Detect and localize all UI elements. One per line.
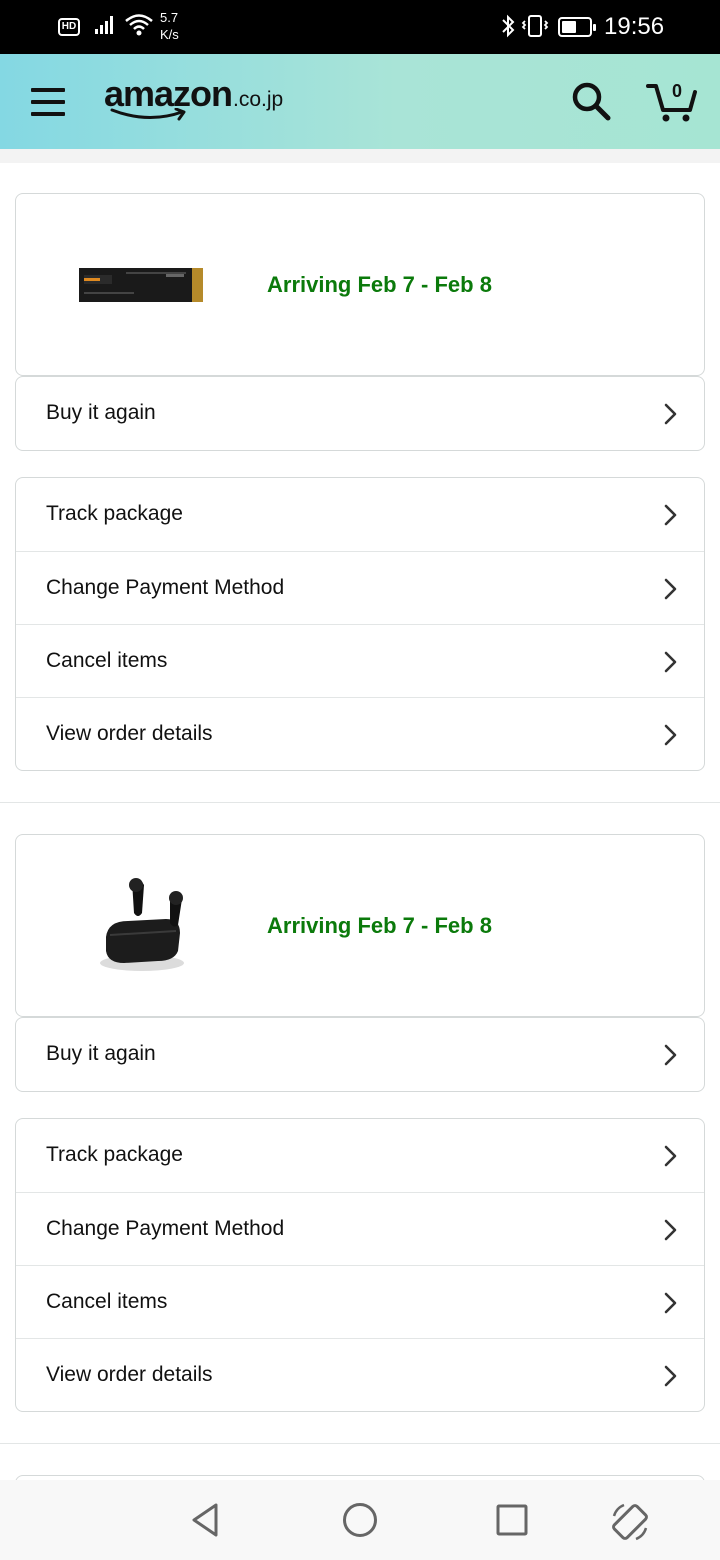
chevron-right-icon xyxy=(664,504,677,526)
action-label: Cancel items xyxy=(46,1290,168,1313)
chevron-right-icon xyxy=(664,651,677,673)
smile-icon xyxy=(110,108,186,121)
product-image-ssd xyxy=(79,268,203,302)
recents-icon[interactable] xyxy=(492,1500,532,1540)
product-image-earbuds xyxy=(100,878,184,971)
home-icon[interactable] xyxy=(340,1500,380,1540)
track-package-row[interactable]: Track package xyxy=(16,1119,704,1192)
action-label: View order details xyxy=(46,1363,213,1386)
action-label: Cancel items xyxy=(46,649,168,672)
buy-again-row[interactable]: Buy it again xyxy=(16,1018,704,1091)
battery-level xyxy=(562,21,577,33)
rotate-icon[interactable] xyxy=(608,1500,652,1544)
signal-icon xyxy=(95,16,113,34)
action-label: Track package xyxy=(46,1143,183,1166)
change-payment-row[interactable]: Change Payment Method xyxy=(16,1192,704,1265)
header-shadow xyxy=(0,149,720,163)
action-label: Change Payment Method xyxy=(46,1217,285,1240)
cancel-items-row[interactable]: Cancel items xyxy=(16,624,704,697)
chevron-right-icon xyxy=(664,1365,677,1387)
order-actions-card: Track package Change Payment Method Canc… xyxy=(15,477,705,771)
track-package-row[interactable]: Track package xyxy=(16,478,704,551)
wifi-icon xyxy=(125,14,153,36)
arrival-date: Arriving Feb 7 - Feb 8 xyxy=(267,913,492,938)
system-nav-bar xyxy=(0,1480,720,1560)
order-actions-card: Track package Change Payment Method Canc… xyxy=(15,1118,705,1412)
cart-button[interactable]: 0 xyxy=(646,78,698,129)
view-order-details-row[interactable]: View order details xyxy=(16,1338,704,1411)
buy-again-card: Buy it again xyxy=(15,376,705,451)
chevron-right-icon xyxy=(664,1219,677,1241)
buy-again-label: Buy it again xyxy=(46,401,156,424)
cancel-items-row[interactable]: Cancel items xyxy=(16,1265,704,1338)
chevron-right-icon xyxy=(664,1145,677,1167)
buy-again-row[interactable]: Buy it again xyxy=(16,377,704,450)
buy-again-label: Buy it again xyxy=(46,1042,156,1065)
logo-suffix: .co.jp xyxy=(233,88,284,111)
amazon-logo[interactable]: amazon.co.jp xyxy=(104,74,283,124)
hd-icon: HD xyxy=(58,18,80,36)
order-divider xyxy=(0,802,720,803)
action-label: View order details xyxy=(46,722,213,745)
change-payment-row[interactable]: Change Payment Method xyxy=(16,551,704,624)
action-label: Track package xyxy=(46,502,183,525)
network-speed: 5.7 K/s xyxy=(160,10,179,42)
order-divider xyxy=(0,1443,720,1444)
action-label: Change Payment Method xyxy=(46,576,285,599)
arrival-date: Arriving Feb 7 - Feb 8 xyxy=(267,272,492,297)
search-icon[interactable] xyxy=(570,80,612,122)
bluetooth-icon xyxy=(502,14,515,38)
chevron-right-icon xyxy=(664,1044,677,1066)
chevron-right-icon xyxy=(664,1292,677,1314)
vibrate-icon xyxy=(521,15,549,37)
chevron-right-icon xyxy=(664,578,677,600)
cart-count: 0 xyxy=(671,81,682,101)
chevron-right-icon xyxy=(664,724,677,746)
view-order-details-row[interactable]: View order details xyxy=(16,697,704,770)
chevron-right-icon xyxy=(664,403,677,425)
order-item-card[interactable]: Arriving Feb 7 - Feb 8 xyxy=(15,834,705,1017)
clock: 19:56 xyxy=(604,13,665,40)
buy-again-card: Buy it again xyxy=(15,1017,705,1092)
order-item-card[interactable]: Arriving Feb 7 - Feb 8 xyxy=(15,193,705,376)
battery-icon xyxy=(558,17,596,37)
menu-icon[interactable] xyxy=(31,88,65,116)
back-icon[interactable] xyxy=(186,1500,226,1540)
app-header: amazon.co.jp 0 xyxy=(0,54,720,149)
status-bar: HD 5.7 K/s 19:56 xyxy=(0,0,720,54)
